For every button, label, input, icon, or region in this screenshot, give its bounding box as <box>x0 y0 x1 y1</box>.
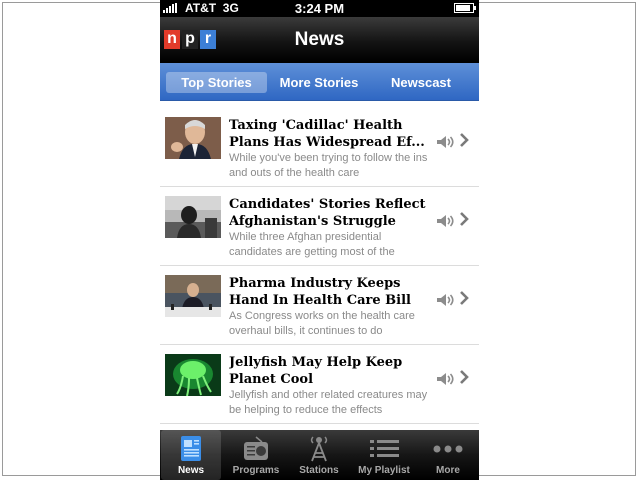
tab-programs[interactable]: Programs <box>226 430 286 480</box>
story-thumbnail <box>165 275 221 317</box>
story-row[interactable]: Taxing 'Cadillac' Health Plans Has Wides… <box>160 107 479 187</box>
more-icon <box>433 445 463 453</box>
tab-label: My Playlist <box>358 465 410 476</box>
speaker-icon[interactable] <box>436 293 456 307</box>
speaker-icon[interactable] <box>436 214 456 228</box>
radio-icon <box>244 436 268 460</box>
story-thumbnail <box>165 196 221 238</box>
page-title: News <box>294 29 345 50</box>
chevron-right-icon[interactable] <box>459 211 469 227</box>
segmented-control: Top Stories More Stories Newscast <box>160 63 479 101</box>
story-headline: Pharma Industry Keeps Hand In Health Car… <box>229 276 411 308</box>
story-headline: Candidates' Stories Reflect Afghanistan'… <box>229 197 426 229</box>
list-icon <box>370 440 399 457</box>
story-summary: While three Afghan presidential candidat… <box>229 231 395 258</box>
tab-stations[interactable]: Stations <box>289 430 349 480</box>
tab-news[interactable]: News <box>161 430 221 480</box>
news-icon <box>181 436 201 461</box>
story-headline: Taxing 'Cadillac' Health Plans Has Wides… <box>229 118 425 150</box>
navigation-bar: n p r News <box>160 17 479 63</box>
tab-more[interactable]: More <box>418 430 478 480</box>
tab-label: Stations <box>299 465 339 476</box>
story-row[interactable]: Pharma Industry Keeps Hand In Health Car… <box>160 265 479 345</box>
speaker-icon[interactable] <box>436 135 456 149</box>
tab-bar: News Programs Stations My Playlist More <box>160 430 479 480</box>
chevron-right-icon[interactable] <box>459 290 469 306</box>
chevron-right-icon[interactable] <box>459 132 469 148</box>
tab-label: News <box>177 465 205 476</box>
story-summary: While you've been trying to follow the i… <box>229 152 428 179</box>
tab-label: Programs <box>232 465 280 476</box>
tab-my-playlist[interactable]: My Playlist <box>352 430 416 480</box>
tab-label: More <box>436 465 460 476</box>
story-row[interactable]: Candidates' Stories Reflect Afghanistan'… <box>160 186 479 266</box>
antenna-icon <box>310 436 328 462</box>
chevron-right-icon[interactable] <box>459 369 469 385</box>
story-thumbnail <box>165 354 221 396</box>
battery-level <box>456 5 470 11</box>
story-headline: Jellyfish May Help Keep Planet Cool <box>229 355 403 387</box>
story-summary: As Congress works on the health care ove… <box>229 310 415 337</box>
segment-top-stories[interactable]: Top Stories <box>166 72 267 93</box>
story-row[interactable]: Jellyfish May Help Keep Planet Cool Jell… <box>160 344 479 424</box>
status-bar: AT&T 3G 3:24 PM <box>160 0 479 17</box>
battery-icon <box>454 3 476 13</box>
story-summary: Jellyfish and other related creatures ma… <box>229 389 428 416</box>
status-time: 3:24 PM <box>294 1 345 16</box>
speaker-icon[interactable] <box>436 372 456 386</box>
segment-newscast[interactable]: Newscast <box>375 72 467 93</box>
phone-screen: AT&T 3G 3:24 PM n p r News Top Stories M… <box>160 0 479 480</box>
story-thumbnail <box>165 117 221 159</box>
segment-more-stories[interactable]: More Stories <box>272 72 366 93</box>
